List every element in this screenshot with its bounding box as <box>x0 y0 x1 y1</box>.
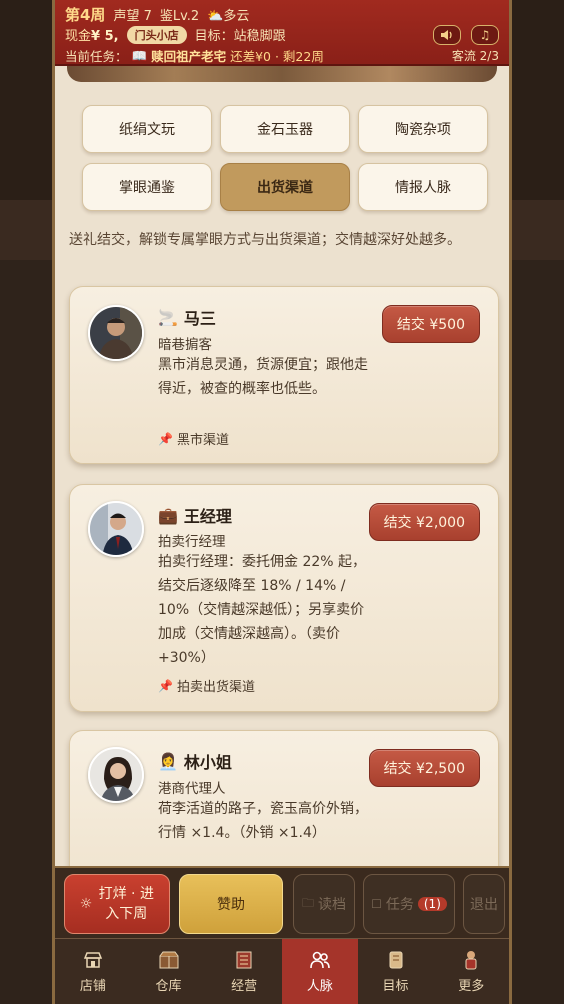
book-icon: 📖 <box>131 47 148 63</box>
people-icon <box>309 949 331 971</box>
befriend-button[interactable]: 结交 ¥2,500 <box>368 749 480 787</box>
contact-name: 👩‍💼 林小姐 <box>158 751 232 773</box>
channel-unlock: 📌 黑市渠道 <box>158 431 229 449</box>
scroll-icon <box>385 949 407 971</box>
next-week-button[interactable]: ☼ 打烊 · 进入下周 <box>64 874 170 934</box>
cigarette-icon: 🚬 <box>158 307 178 327</box>
avatar <box>88 305 144 361</box>
shop-icon <box>82 949 104 971</box>
folder-icon: 🗀 <box>301 895 314 910</box>
sponsor-button[interactable]: 赞助 <box>179 874 283 934</box>
tab-paper-silk[interactable]: 纸绢文玩 <box>82 105 212 153</box>
nav-more[interactable]: 更多 <box>433 939 509 1004</box>
contact-role: 港商代理人 <box>158 781 226 797</box>
contact-role: 拍卖行经理 <box>158 534 226 550</box>
cash-display: 现金¥ 5, <box>65 29 119 44</box>
speaker-icon[interactable] <box>433 25 461 45</box>
task-count-badge: (1) <box>417 897 447 911</box>
current-task: 当前任务： 📖 赎回祖产老宅 还差¥0 · 剩22周 <box>65 47 324 65</box>
bottom-navigation: 店铺 仓库 经营 人脉 目标 更多 <box>55 938 509 1004</box>
contact-card-wang-manager: 💼 王经理 拍卖行经理 拍卖行经理：委托佣金 22% 起，结交后逐级降至 18%… <box>69 484 499 712</box>
briefcase-icon: 💼 <box>158 505 178 525</box>
game-panel: 第4周 声望 7 鉴Lv.2 ⛅多云 现金¥ 5, 门头小店 目标：站稳脚跟 当… <box>52 0 512 1004</box>
music-note-icon[interactable]: ♫ <box>471 25 499 45</box>
pin-icon: 📌 <box>158 431 173 446</box>
exit-button[interactable]: 退出 <box>463 874 505 934</box>
contact-card-ma-san: 🚬 马三 暗巷掮客 黑市消息灵通，货源便宜；跟他走得近，被查的概率也低些。 📌 … <box>69 286 499 464</box>
ledger-icon <box>233 949 255 971</box>
customer-traffic: 客流 2/3 <box>451 49 499 63</box>
action-bar: ☼ 打烊 · 进入下周 赞助 🗀 读档 ☐ 任务 (1) 退出 <box>55 866 509 938</box>
tab-appraisal[interactable]: 掌眼通鉴 <box>82 163 212 211</box>
week-label: 第4周 <box>65 6 106 24</box>
avatar <box>88 501 144 557</box>
reputation-label: 声望 7 <box>113 9 152 24</box>
shop-level-tag: 门头小店 <box>126 25 187 44</box>
tab-ceramics[interactable]: 陶瓷杂项 <box>358 105 488 153</box>
tab-sales-channels[interactable]: 出货渠道 <box>220 163 350 211</box>
tab-intel-network[interactable]: 情报人脉 <box>358 163 488 211</box>
contact-description: 黑市消息灵通，货源便宜；跟他走得近，被查的概率也低些。 <box>158 357 368 397</box>
contact-name: 🚬 马三 <box>158 307 216 329</box>
sun-icon: ☼ <box>79 896 93 912</box>
tab-metal-jade[interactable]: 金石玉器 <box>220 105 350 153</box>
shop-banner-image <box>67 66 497 82</box>
pin-icon: 📌 <box>158 678 173 693</box>
contact-role: 暗巷掮客 <box>158 337 212 353</box>
avatar <box>88 747 144 803</box>
more-icon <box>460 949 482 971</box>
contact-description: 荷李活道的路子，瓷玉高价外销，行情 ×1.4。（外销 ×1.4） <box>158 801 368 841</box>
cloud-sun-icon: ⛅ <box>207 9 224 24</box>
contact-name: 💼 王经理 <box>158 505 232 527</box>
nav-contacts[interactable]: 人脉 <box>282 939 358 1004</box>
checkbox-icon: ☐ <box>371 897 382 911</box>
section-intro: 送礼结交，解锁专属掌眼方式与出货渠道；交情越深好处越多。 <box>69 232 461 248</box>
contact-description: 拍卖行经理：委托佣金 22% 起，结交后逐级降至 18% / 14% / 10%… <box>158 554 367 666</box>
goal-label: 目标：站稳脚跟 <box>194 29 286 44</box>
status-header: 第4周 声望 7 鉴Lv.2 ⛅多云 现金¥ 5, 门头小店 目标：站稳脚跟 当… <box>55 0 509 66</box>
load-save-button[interactable]: 🗀 读档 <box>293 874 355 934</box>
appraisal-level: 鉴Lv.2 <box>159 9 200 24</box>
befriend-button[interactable]: 结交 ¥2,000 <box>368 503 480 541</box>
nav-goals[interactable]: 目标 <box>358 939 434 1004</box>
nav-business[interactable]: 经营 <box>206 939 282 1004</box>
befriend-button[interactable]: 结交 ¥500 <box>381 305 480 343</box>
weather-indicator: ⛅多云 <box>207 9 250 24</box>
businesswoman-icon: 👩‍💼 <box>158 751 178 771</box>
warehouse-icon <box>158 949 180 971</box>
nav-warehouse[interactable]: 仓库 <box>131 939 207 1004</box>
channel-unlock: 📌 拍卖出货渠道 <box>158 678 255 696</box>
task-button[interactable]: ☐ 任务 (1) <box>363 874 455 934</box>
nav-shop[interactable]: 店铺 <box>55 939 131 1004</box>
